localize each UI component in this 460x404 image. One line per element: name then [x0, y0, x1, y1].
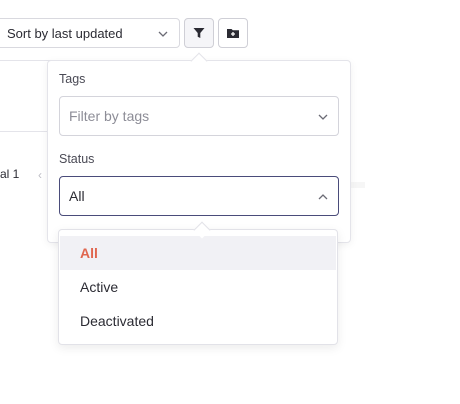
status-value: All: [69, 188, 85, 204]
option-label: All: [80, 245, 98, 261]
status-label: Status: [59, 152, 95, 166]
filter-popover: Tags Filter by tags Status All: [47, 60, 351, 243]
folder-plus-icon: [227, 29, 239, 38]
chevron-left-icon: ‹: [38, 168, 42, 182]
sort-select-label: Sort by last updated: [7, 25, 123, 41]
chevron-down-icon: [318, 114, 328, 120]
chevron-down-icon: [158, 31, 168, 37]
background-row-text: al 1: [0, 167, 20, 181]
status-select[interactable]: All: [59, 176, 339, 216]
filter-button[interactable]: [184, 18, 214, 48]
new-folder-button[interactable]: [218, 18, 248, 48]
chevron-up-icon: [318, 194, 328, 200]
status-option-deactivated[interactable]: Deactivated: [60, 304, 336, 338]
filter-icon: [193, 28, 205, 38]
tags-placeholder: Filter by tags: [69, 108, 150, 124]
status-option-active[interactable]: Active: [60, 270, 336, 304]
option-label: Deactivated: [80, 313, 154, 329]
tags-select[interactable]: Filter by tags: [59, 96, 339, 136]
sort-select[interactable]: Sort by last updated: [0, 18, 180, 48]
status-dropdown: All Active Deactivated: [58, 229, 338, 345]
tags-label: Tags: [59, 72, 86, 86]
option-label: Active: [80, 279, 119, 295]
status-option-all[interactable]: All: [60, 236, 336, 270]
